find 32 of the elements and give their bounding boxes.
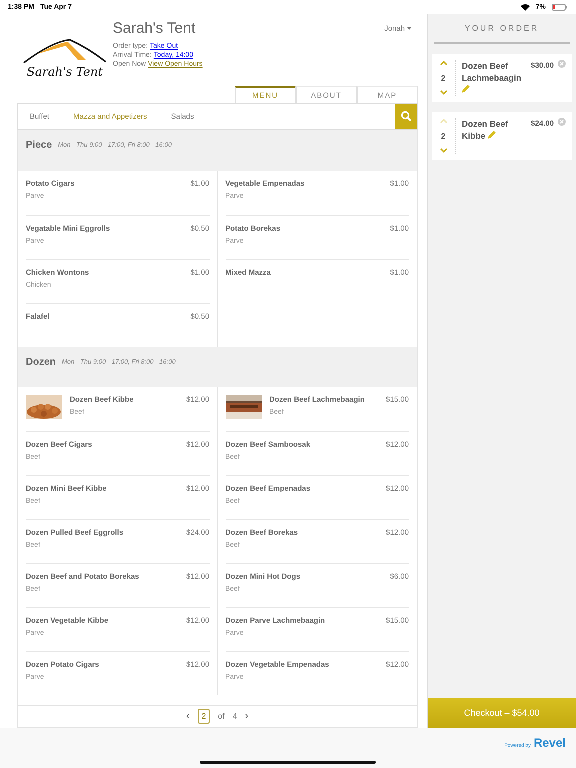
previous-page-button[interactable]: ‹ [186,711,190,722]
order-item-name: Dozen Beef Lachmebaagin [462,60,528,96]
chevron-up-icon [440,60,448,66]
caret-icon [407,27,412,30]
decrease-button[interactable] [440,148,448,154]
tent-logo-icon [22,38,108,64]
current-page[interactable]: 2 [198,709,210,724]
remove-icon[interactable] [558,118,566,126]
chevron-down-icon [440,90,448,96]
page-total: 4 [232,712,238,721]
brand-logo: Revel [534,736,566,750]
order-title: YOUR ORDER [464,24,540,32]
section-title: Piece [26,140,52,151]
order-item-name: Dozen Beef Kibbe [462,118,510,142]
remove-icon[interactable] [558,60,566,68]
next-page-button[interactable]: › [245,711,249,722]
battery-icon [552,4,568,10]
quantity: 2 [441,74,446,82]
quantity: 2 [441,132,446,140]
search-icon [400,111,412,122]
search-button[interactable] [395,104,417,129]
restaurant-name: Sarah's Tent [113,20,197,37]
section-title: Dozen [26,357,56,368]
logo-text: Sarah's Tent [27,65,103,79]
pencil-icon[interactable] [488,131,496,139]
page-of-label: of [218,712,225,721]
decrease-button[interactable] [440,90,448,96]
chevron-down-icon [440,148,448,154]
increase-button[interactable] [440,60,448,66]
chevron-up-icon [440,118,448,124]
pencil-icon[interactable] [462,85,470,93]
wifi-icon [520,4,530,10]
